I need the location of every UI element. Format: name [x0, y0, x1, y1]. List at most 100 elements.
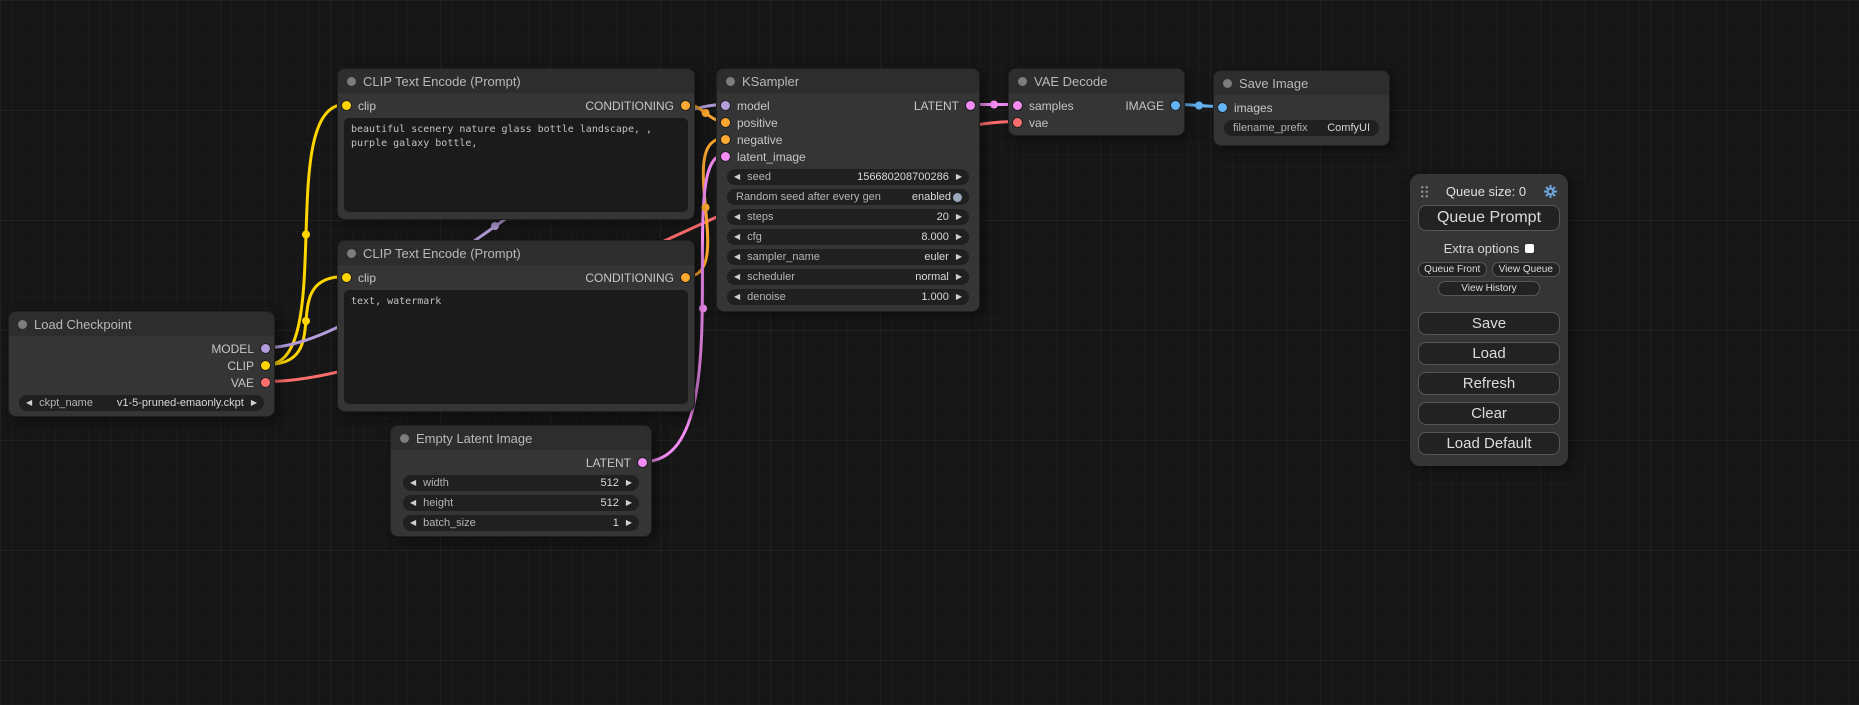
node-titlebar[interactable]: Load Checkpoint	[9, 312, 274, 336]
decrement-arrow-icon[interactable]: ◀	[410, 479, 416, 487]
clip-port-icon[interactable]	[342, 101, 351, 110]
refresh-button[interactable]: Refresh	[1418, 372, 1560, 395]
increment-arrow-icon[interactable]: ▶	[626, 479, 632, 487]
increment-arrow-icon[interactable]: ▶	[251, 399, 257, 407]
decrement-arrow-icon[interactable]: ◀	[734, 273, 740, 281]
conditioning-port-icon[interactable]	[721, 118, 730, 127]
drag-handle-icon[interactable]	[1420, 185, 1429, 198]
latent-port-icon[interactable]	[638, 458, 647, 467]
latent-port-icon[interactable]	[721, 152, 730, 161]
decrement-arrow-icon[interactable]: ◀	[734, 253, 740, 261]
widget-height[interactable]: ◀ height 512 ▶	[403, 495, 639, 511]
increment-arrow-icon[interactable]: ▶	[956, 273, 962, 281]
widget-sampler-name[interactable]: ◀ sampler_name euler ▶	[727, 249, 969, 265]
decrement-arrow-icon[interactable]: ◀	[734, 173, 740, 181]
node-titlebar[interactable]: CLIP Text Encode (Prompt)	[338, 69, 694, 93]
settings-gear-icon[interactable]	[1543, 184, 1558, 199]
node-empty-latent-image[interactable]: Empty Latent Image LATENT ◀ width 512 ▶ …	[390, 425, 652, 537]
node-titlebar[interactable]: CLIP Text Encode (Prompt)	[338, 241, 694, 265]
node-vae-decode[interactable]: VAE Decode samples vae	[1008, 68, 1185, 136]
clip-port-icon[interactable]	[261, 361, 270, 370]
output-slot-image[interactable]: IMAGE	[1125, 99, 1180, 113]
vae-port-icon[interactable]	[1013, 118, 1022, 127]
queue-size-label: Queue size: 0	[1429, 184, 1543, 199]
output-slot-model[interactable]: MODEL	[211, 342, 270, 356]
widget-cfg[interactable]: ◀ cfg 8.000 ▶	[727, 229, 969, 245]
node-status-dot-icon	[1223, 79, 1232, 88]
decrement-arrow-icon[interactable]: ◀	[734, 293, 740, 301]
input-slot-samples[interactable]: samples	[1013, 99, 1074, 113]
widget-random-seed-toggle[interactable]: Random seed after every gen enabled	[727, 189, 969, 205]
node-titlebar[interactable]: Save Image	[1214, 71, 1389, 95]
increment-arrow-icon[interactable]: ▶	[956, 233, 962, 241]
increment-arrow-icon[interactable]: ▶	[956, 293, 962, 301]
latent-port-icon[interactable]	[1013, 101, 1022, 110]
widget-denoise[interactable]: ◀ denoise 1.000 ▶	[727, 289, 969, 305]
positive-prompt-textarea[interactable]: beautiful scenery nature glass bottle la…	[344, 118, 688, 212]
increment-arrow-icon[interactable]: ▶	[626, 519, 632, 527]
queue-prompt-button[interactable]: Queue Prompt	[1418, 205, 1560, 231]
widget-scheduler[interactable]: ◀ scheduler normal ▶	[727, 269, 969, 285]
control-panel[interactable]: Queue size: 0 Queue Prompt Extra options	[1410, 174, 1568, 466]
widget-width[interactable]: ◀ width 512 ▶	[403, 475, 639, 491]
conditioning-port-icon[interactable]	[681, 273, 690, 282]
model-port-icon[interactable]	[261, 344, 270, 353]
image-port-icon[interactable]	[1218, 103, 1227, 112]
node-titlebar[interactable]: VAE Decode	[1009, 69, 1184, 93]
widget-filename-prefix[interactable]: filename_prefix ComfyUI	[1224, 120, 1379, 136]
output-slot-clip[interactable]: CLIP	[227, 359, 270, 373]
input-slot-positive[interactable]: positive	[721, 116, 778, 130]
view-queue-button[interactable]: View Queue	[1492, 262, 1561, 277]
widget-ckpt-name[interactable]: ◀ ckpt_name v1-5-pruned-emaonly.ckpt ▶	[19, 395, 264, 411]
node-titlebar[interactable]: Empty Latent Image	[391, 426, 651, 450]
widget-seed[interactable]: ◀ seed 156680208700286 ▶	[727, 169, 969, 185]
decrement-arrow-icon[interactable]: ◀	[410, 499, 416, 507]
node-load-checkpoint[interactable]: Load Checkpoint MODEL CLIP VAE	[8, 311, 275, 417]
decrement-arrow-icon[interactable]: ◀	[734, 233, 740, 241]
node-clip-text-encode-positive[interactable]: CLIP Text Encode (Prompt) clip CONDITION…	[337, 68, 695, 220]
input-slot-clip[interactable]: clip	[342, 99, 376, 113]
widget-batch-size[interactable]: ◀ batch_size 1 ▶	[403, 515, 639, 531]
increment-arrow-icon[interactable]: ▶	[956, 253, 962, 261]
node-graph-canvas[interactable]: Load Checkpoint MODEL CLIP VAE	[0, 0, 1859, 705]
node-ksampler[interactable]: KSampler model positive	[716, 68, 980, 312]
load-default-button[interactable]: Load Default	[1418, 432, 1560, 455]
node-title: Load Checkpoint	[34, 317, 132, 332]
clear-button[interactable]: Clear	[1418, 402, 1560, 425]
input-slot-latent-image[interactable]: latent_image	[721, 150, 806, 164]
input-slot-model[interactable]: model	[721, 99, 770, 113]
view-history-button[interactable]: View History	[1438, 281, 1540, 296]
output-slot-conditioning[interactable]: CONDITIONING	[585, 99, 690, 113]
output-slot-latent[interactable]: LATENT	[586, 456, 647, 470]
image-port-icon[interactable]	[1171, 101, 1180, 110]
decrement-arrow-icon[interactable]: ◀	[410, 519, 416, 527]
widget-steps[interactable]: ◀ steps 20 ▶	[727, 209, 969, 225]
toggle-indicator-icon[interactable]	[953, 193, 962, 202]
vae-port-icon[interactable]	[261, 378, 270, 387]
conditioning-port-icon[interactable]	[681, 101, 690, 110]
increment-arrow-icon[interactable]: ▶	[956, 213, 962, 221]
node-titlebar[interactable]: KSampler	[717, 69, 979, 93]
node-clip-text-encode-negative[interactable]: CLIP Text Encode (Prompt) clip CONDITION…	[337, 240, 695, 412]
node-save-image[interactable]: Save Image images filename_prefix ComfyU…	[1213, 70, 1390, 146]
input-slot-images[interactable]: images	[1218, 101, 1273, 115]
output-slot-conditioning[interactable]: CONDITIONING	[585, 271, 690, 285]
increment-arrow-icon[interactable]: ▶	[956, 173, 962, 181]
input-slot-clip[interactable]: clip	[342, 271, 376, 285]
input-slot-vae[interactable]: vae	[1013, 116, 1048, 130]
extra-options-checkbox[interactable]	[1525, 244, 1534, 253]
load-button[interactable]: Load	[1418, 342, 1560, 365]
output-slot-latent[interactable]: LATENT	[914, 99, 975, 113]
decrement-arrow-icon[interactable]: ◀	[26, 399, 32, 407]
queue-front-button[interactable]: Queue Front	[1418, 262, 1487, 277]
negative-prompt-textarea[interactable]: text, watermark	[344, 290, 688, 404]
model-port-icon[interactable]	[721, 101, 730, 110]
clip-port-icon[interactable]	[342, 273, 351, 282]
latent-port-icon[interactable]	[966, 101, 975, 110]
decrement-arrow-icon[interactable]: ◀	[734, 213, 740, 221]
input-slot-negative[interactable]: negative	[721, 133, 782, 147]
increment-arrow-icon[interactable]: ▶	[626, 499, 632, 507]
conditioning-port-icon[interactable]	[721, 135, 730, 144]
save-button[interactable]: Save	[1418, 312, 1560, 335]
output-slot-vae[interactable]: VAE	[231, 376, 270, 390]
